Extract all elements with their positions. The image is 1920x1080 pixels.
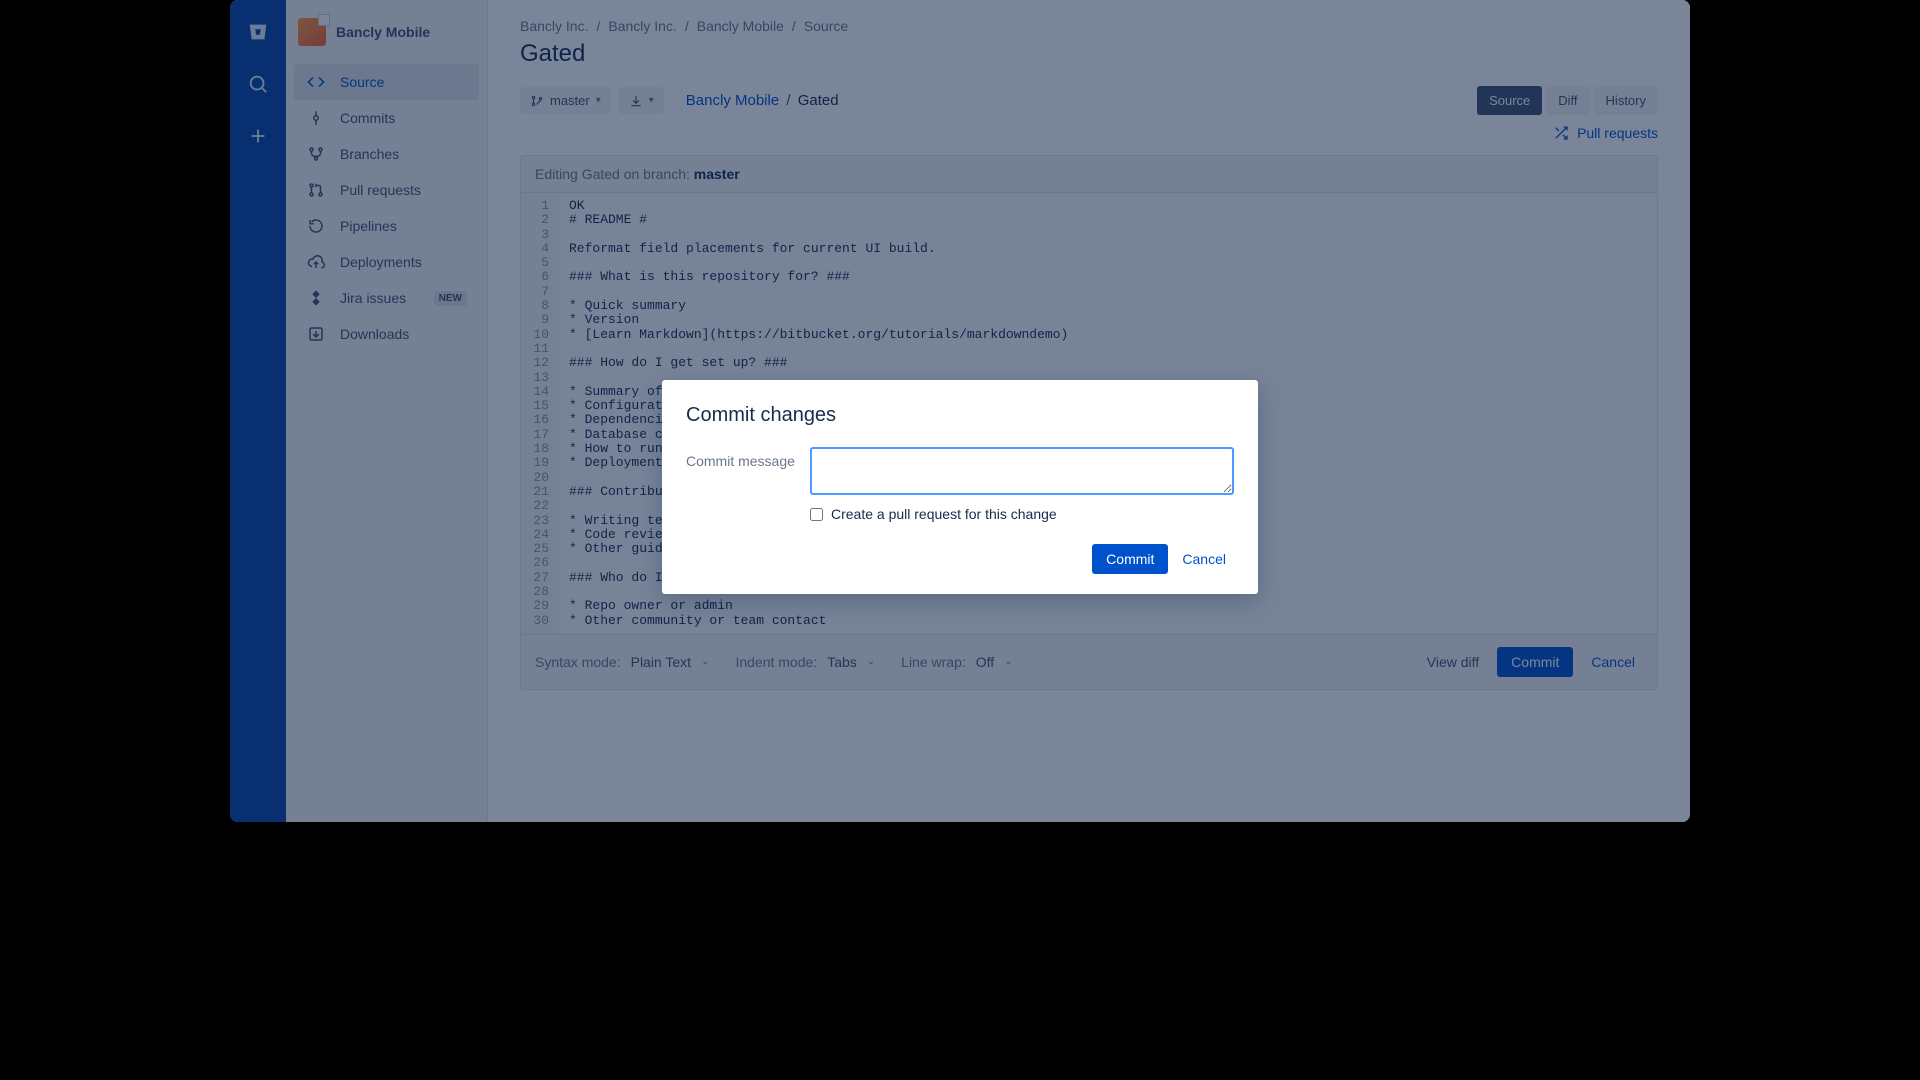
modal-commit-button[interactable]: Commit (1092, 544, 1168, 574)
commit-message-label: Commit message (686, 447, 796, 469)
create-pr-checkbox[interactable] (810, 508, 823, 521)
commit-changes-modal: Commit changes Commit message Create a p… (662, 380, 1258, 594)
modal-cancel-button[interactable]: Cancel (1174, 544, 1234, 574)
modal-overlay[interactable]: Commit changes Commit message Create a p… (230, 0, 1690, 822)
create-pr-label: Create a pull request for this change (831, 506, 1057, 522)
commit-message-input[interactable] (810, 447, 1234, 495)
modal-title: Commit changes (686, 404, 1234, 427)
